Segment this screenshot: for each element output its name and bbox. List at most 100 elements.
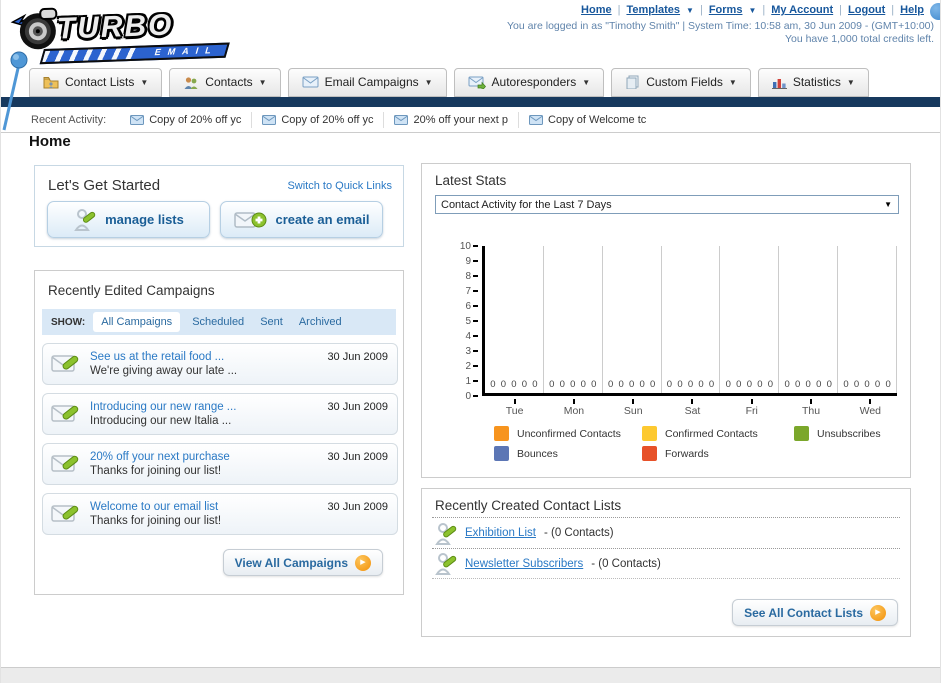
person-pencil-icon	[435, 553, 457, 575]
tab-contacts[interactable]: Contacts ▼	[169, 68, 281, 97]
statistics-bar-chart-icon	[771, 78, 787, 89]
tab-email-campaigns[interactable]: Email Campaigns ▼	[287, 68, 447, 97]
legend-swatch	[794, 426, 809, 441]
legend-label: Confirmed Contacts	[665, 427, 758, 440]
contact-list-row[interactable]: Newsletter Subscribers - (0 Contacts)	[432, 548, 900, 579]
manage-lists-button[interactable]: manage lists	[47, 201, 210, 238]
chart-value-label: 0	[843, 379, 849, 390]
chart-day-column: 00000	[838, 246, 898, 393]
chevron-down-icon: ▼	[258, 77, 267, 87]
chart-value-label: 0	[570, 379, 576, 390]
chart-value-label: 0	[618, 379, 624, 390]
tab-custom-fields[interactable]: Custom Fields ▼	[611, 68, 751, 97]
chart-value-label: 0	[805, 379, 811, 390]
campaign-row[interactable]: 20% off your next purchase Thanks for jo…	[42, 443, 398, 485]
header-link-home[interactable]: Home	[581, 4, 612, 16]
campaign-row[interactable]: Welcome to our email list Thanks for joi…	[42, 493, 398, 535]
filter-scheduled[interactable]: Scheduled	[192, 316, 244, 328]
person-pencil-icon	[74, 208, 96, 231]
campaign-list: See us at the retail food ... We're givi…	[42, 343, 398, 535]
tab-label: Autoresponders	[491, 75, 577, 89]
create-an-email-label: create an email	[275, 212, 370, 227]
y-axis-tick-label: 8	[452, 270, 478, 282]
recent-activity-item[interactable]: Copy of 20% off yc	[252, 111, 385, 128]
chart-value-label: 0	[885, 379, 891, 390]
chevron-down-icon: ▼	[424, 77, 433, 87]
email-envelope-icon	[302, 76, 319, 88]
chart-value-label: 0	[864, 379, 870, 390]
pointer-pin-icon	[2, 51, 28, 131]
tab-contact-lists[interactable]: Contact Lists ▼	[29, 68, 163, 97]
create-an-email-button[interactable]: create an email	[220, 201, 383, 238]
filter-archived[interactable]: Archived	[299, 316, 342, 328]
campaign-date: 30 Jun 2009	[327, 401, 388, 413]
campaigns-filter-bar: SHOW: All Campaigns Scheduled Sent Archi…	[42, 309, 396, 335]
campaign-row[interactable]: Introducing our new range ... Introducin…	[42, 393, 398, 435]
filter-sent[interactable]: Sent	[260, 316, 283, 328]
main-nav-tabs: Contact Lists ▼ Contacts ▼ Email Campaig…	[29, 68, 876, 97]
chart-value-label: 0	[826, 379, 832, 390]
envelope-plus-icon	[233, 211, 267, 228]
legend-item: Confirmed Contacts	[642, 426, 794, 441]
recent-activity-item[interactable]: Copy of Welcome tc	[519, 112, 656, 128]
tab-autoresponders[interactable]: Autoresponders ▼	[453, 68, 605, 97]
chevron-down-icon: ▼	[748, 5, 757, 15]
legend-item: Forwards	[642, 446, 794, 461]
arrow-right-icon: ▶	[870, 604, 886, 621]
campaign-title-link[interactable]: Welcome to our email list	[90, 500, 221, 514]
chart-value-labels: 00000	[485, 379, 543, 390]
chevron-down-icon: ▼	[728, 77, 737, 87]
person-pencil-icon	[435, 522, 457, 545]
campaign-row[interactable]: See us at the retail food ... We're givi…	[42, 343, 398, 385]
header-link-templates[interactable]: Templates	[626, 4, 680, 16]
y-axis-tick-label: 2	[452, 360, 478, 372]
view-all-campaigns-button[interactable]: View All Campaigns ▶	[222, 549, 383, 576]
chart-value-labels: 00000	[779, 379, 837, 390]
contact-list-rows: Exhibition List - (0 Contacts) Newslette…	[432, 517, 900, 579]
recently-created-contact-lists-panel: Recently Created Contact Lists Exhibitio…	[421, 488, 911, 637]
campaign-title-link[interactable]: See us at the retail food ...	[90, 350, 237, 364]
stats-dropdown-value: Contact Activity for the Last 7 Days	[441, 198, 612, 211]
filter-all-campaigns[interactable]: All Campaigns	[93, 312, 181, 332]
chart-value-labels: 00000	[720, 379, 778, 390]
see-all-contact-lists-label: See All Contact Lists	[744, 605, 863, 620]
campaign-text: Welcome to our email list Thanks for joi…	[90, 500, 221, 528]
envelope-pencil-icon	[51, 404, 79, 422]
separator: |	[617, 4, 621, 16]
header-link-my-account[interactable]: My Account	[771, 4, 833, 16]
campaigns-title: Recently Edited Campaigns	[48, 283, 215, 298]
header-link-logout[interactable]: Logout	[848, 4, 885, 16]
contact-list-link[interactable]: Newsletter Subscribers	[465, 558, 583, 570]
tab-label: Statistics	[792, 75, 841, 89]
latest-stats-panel: Latest Stats Contact Activity for the La…	[421, 163, 911, 478]
envelope-icon	[394, 114, 409, 125]
separator: |	[699, 4, 703, 16]
see-all-contact-lists-button[interactable]: See All Contact Lists ▶	[732, 599, 898, 626]
chart-value-label: 0	[708, 379, 715, 390]
switch-to-quick-links[interactable]: Switch to Quick Links	[287, 180, 392, 192]
recent-activity-item[interactable]: Copy of 20% off yc	[120, 111, 253, 128]
y-axis-tick-label: 10	[452, 240, 478, 252]
campaign-title-link[interactable]: 20% off your next purchase	[90, 450, 230, 464]
logo-email-text: EMAIL	[153, 44, 220, 58]
header-link-help[interactable]: Help	[900, 4, 924, 16]
tab-statistics[interactable]: Statistics ▼	[757, 68, 869, 97]
campaign-title-link[interactable]: Introducing our new range ...	[90, 400, 236, 414]
recent-activity-item[interactable]: 20% off your next p	[384, 111, 520, 128]
y-axis-tick-label: 7	[452, 285, 478, 297]
chart-value-label: 0	[725, 379, 731, 390]
contact-list-row[interactable]: Exhibition List - (0 Contacts)	[432, 517, 900, 548]
chart-value-label: 0	[559, 379, 565, 390]
turbo-email-logo[interactable]: TURBO EMAIL	[10, 0, 252, 66]
get-started-buttons: manage lists create an email	[47, 201, 383, 238]
chart-day-column: 00000	[779, 246, 839, 393]
contact-list-link[interactable]: Exhibition List	[465, 527, 536, 539]
y-axis-tick-label: 6	[452, 300, 478, 312]
contact-lists-folder-icon	[43, 76, 59, 88]
y-axis-tick-label: 0	[452, 390, 478, 402]
header-link-forms[interactable]: Forms	[709, 4, 743, 16]
stats-report-dropdown[interactable]: Contact Activity for the Last 7 Days ▼	[435, 195, 899, 214]
chart-value-label: 0	[746, 379, 752, 390]
legend-item: Unconfirmed Contacts	[494, 426, 642, 441]
chart-value-label: 0	[687, 379, 694, 390]
